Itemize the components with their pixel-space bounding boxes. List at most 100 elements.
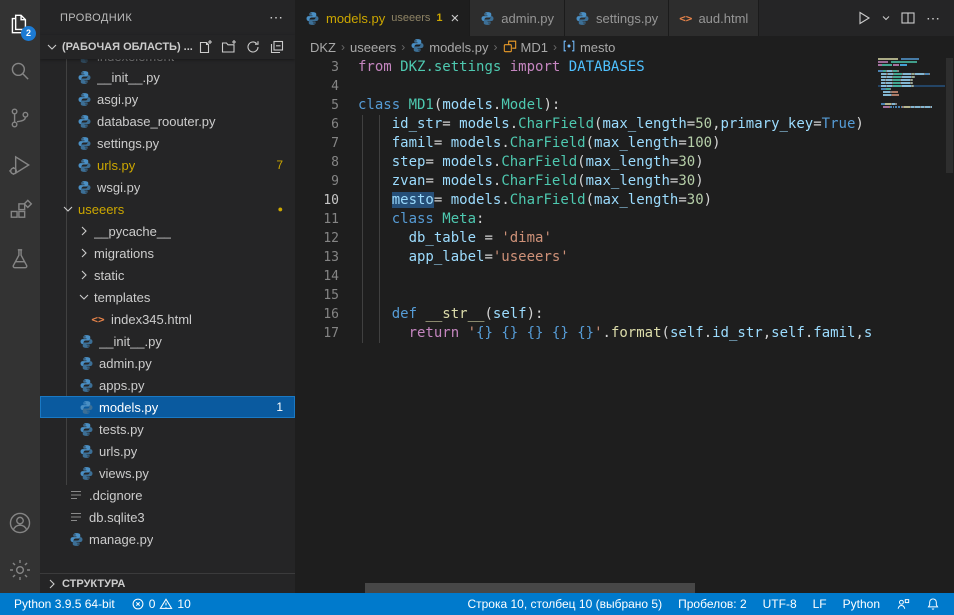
code-line-6[interactable]: 6 id_str= models.CharField(max_length=50… (295, 115, 878, 134)
tree-item-asgi.py[interactable]: asgi.py (40, 88, 295, 110)
close-icon[interactable]: × (451, 11, 460, 26)
code-token: self (771, 325, 805, 341)
run-dropdown-button[interactable] (878, 10, 894, 26)
tab-admin.py[interactable]: admin.py (470, 0, 565, 36)
tree-item-views.py[interactable]: views.py (40, 462, 295, 484)
code-token: self (493, 306, 527, 322)
code-line-5[interactable]: 5class MD1(models.Model): (295, 96, 878, 115)
notifications-button[interactable] (918, 593, 948, 615)
tree-item-db.sqlite3[interactable]: db.sqlite3 (40, 506, 295, 528)
run-button[interactable] (854, 8, 874, 28)
tab-settings.py[interactable]: settings.py (565, 0, 669, 36)
status-right: Строка 10, столбец 10 (выбрано 5) Пробел… (459, 593, 948, 615)
outline-section-header[interactable]: СТРУКТУРА (40, 573, 295, 593)
code-editor[interactable]: 3from DKZ.settings import DATABASES45cla… (295, 58, 954, 593)
tree-item-migrations[interactable]: migrations (40, 242, 295, 264)
tree-item-admin.py[interactable]: admin.py (40, 352, 295, 374)
code-line-14[interactable]: 14 (295, 267, 878, 286)
tab-models.py[interactable]: models.pyuseeers1× (295, 0, 470, 36)
code-line-16[interactable]: 16 def __str__(self): (295, 305, 878, 324)
code-token: 30 (678, 154, 695, 170)
refresh-icon[interactable] (245, 39, 261, 55)
tab-problems-badge: 1 (436, 12, 442, 24)
tree-item-indexelement[interactable]: indexelement (40, 59, 295, 66)
minimap[interactable] (878, 58, 945, 593)
tree-item-database_roouter.py[interactable]: database_roouter.py (40, 110, 295, 132)
activity-item-source-control[interactable] (0, 94, 40, 141)
tree-item-urls.py[interactable]: urls.py (40, 440, 295, 462)
breadcrumb-item-models.py[interactable]: models.py (410, 38, 488, 56)
activity-item-settings[interactable] (0, 546, 40, 593)
tree-item-static[interactable]: static (40, 264, 295, 286)
code-line-7[interactable]: 7 famil= models.CharField(max_length=100… (295, 134, 878, 153)
split-editor-button[interactable] (898, 8, 918, 28)
code-area[interactable]: 3from DKZ.settings import DATABASES45cla… (295, 58, 878, 593)
breadcrumb-item-DKZ[interactable]: DKZ (310, 40, 336, 55)
cursor-position-status[interactable]: Строка 10, столбец 10 (выбрано 5) (459, 593, 670, 615)
vscode-window: 2 ПРОВОДНИК ⋯ (РАБОЧАЯ ОБЛАСТЬ) ... inde… (0, 0, 954, 615)
tree-item-label: database_roouter.py (97, 114, 216, 129)
error-count: 0 (149, 597, 156, 611)
code-line-15[interactable]: 15 (295, 286, 878, 305)
workspace-section-header[interactable]: (РАБОЧАЯ ОБЛАСТЬ) ... (40, 35, 295, 59)
problems-status[interactable]: 0 10 (123, 593, 199, 615)
tree-item-useeers[interactable]: useeers● (40, 198, 295, 220)
tab-description: useeers (391, 12, 430, 24)
collapse-all-icon[interactable] (269, 39, 285, 55)
code-line-10[interactable]: 10 mesto= models.CharField(max_length=30… (295, 191, 878, 210)
tree-item-index345.html[interactable]: <>index345.html (40, 308, 295, 330)
tree-item-templates[interactable]: templates (40, 286, 295, 308)
python-interpreter-status[interactable]: Python 3.9.5 64-bit (6, 593, 123, 615)
indentation-status[interactable]: Пробелов: 2 (670, 593, 755, 615)
breadcrumb-item-mesto[interactable]: mesto (562, 39, 615, 56)
problems-badge: 7 (276, 158, 283, 172)
code-token (501, 59, 509, 75)
code-line-17[interactable]: 17 return '{} {} {} {} {}'.format(self.i… (295, 324, 878, 343)
tree-item-urls.py[interactable]: urls.py7 (40, 154, 295, 176)
tree-item-models.py[interactable]: models.py1 (40, 396, 295, 418)
code-token (358, 211, 392, 227)
breadcrumb-item-useeers[interactable]: useeers (350, 40, 396, 55)
activity-item-testing[interactable] (0, 235, 40, 282)
language-mode-status[interactable]: Python (835, 593, 888, 615)
cursor-position-label: Строка 10, столбец 10 (выбрано 5) (467, 597, 662, 611)
sidebar-more-actions-icon[interactable]: ⋯ (269, 9, 283, 26)
more-actions-button[interactable]: ⋯ (922, 8, 944, 29)
eol-status[interactable]: LF (805, 593, 835, 615)
tree-item-tests.py[interactable]: tests.py (40, 418, 295, 440)
breadcrumb-item-MD1[interactable]: MD1 (503, 39, 548, 56)
tree-item-manage.py[interactable]: manage.py (40, 528, 295, 550)
code-line-11[interactable]: 11 class Meta: (295, 210, 878, 229)
code-line-3[interactable]: 3from DKZ.settings import DATABASES (295, 58, 878, 77)
activity-item-account[interactable] (0, 499, 40, 546)
code-line-4[interactable]: 4 (295, 77, 878, 96)
breadcrumb-label: models.py (429, 40, 488, 55)
horizontal-scrollbar-thumb[interactable] (365, 583, 695, 593)
new-file-icon[interactable] (197, 39, 213, 55)
encoding-status[interactable]: UTF-8 (755, 593, 805, 615)
tree-item-__init__.py[interactable]: __init__.py (40, 66, 295, 88)
tree-item-settings.py[interactable]: settings.py (40, 132, 295, 154)
code-token (358, 325, 409, 341)
activity-item-search[interactable] (0, 47, 40, 94)
tree-item-wsgi.py[interactable]: wsgi.py (40, 176, 295, 198)
tree-item-__init__.py[interactable]: __init__.py (40, 330, 295, 352)
tree-item-.dcignore[interactable]: .dcignore (40, 484, 295, 506)
new-folder-icon[interactable] (221, 39, 237, 55)
tree-item-apps.py[interactable]: apps.py (40, 374, 295, 396)
breadcrumb-separator: › (553, 40, 557, 54)
activity-item-extensions[interactable] (0, 188, 40, 235)
code-line-9[interactable]: 9 zvan= models.CharField(max_length=30) (295, 172, 878, 191)
vertical-scrollbar-thumb[interactable] (946, 58, 953, 173)
code-line-12[interactable]: 12 db_table = 'dima' (295, 229, 878, 248)
feedback-button[interactable] (888, 593, 918, 615)
activity-item-explorer[interactable]: 2 (0, 0, 40, 47)
activity-item-run-debug[interactable] (0, 141, 40, 188)
tree-item-__pycache__[interactable]: __pycache__ (40, 220, 295, 242)
code-line-13[interactable]: 13 app_label='useeers' (295, 248, 878, 267)
horizontal-scrollbar[interactable] (295, 583, 945, 593)
tab-aud.html[interactable]: <>aud.html (669, 0, 759, 36)
vertical-scrollbar[interactable] (945, 58, 954, 593)
code-token: format (611, 325, 662, 341)
code-line-8[interactable]: 8 step= models.CharField(max_length=30) (295, 153, 878, 172)
